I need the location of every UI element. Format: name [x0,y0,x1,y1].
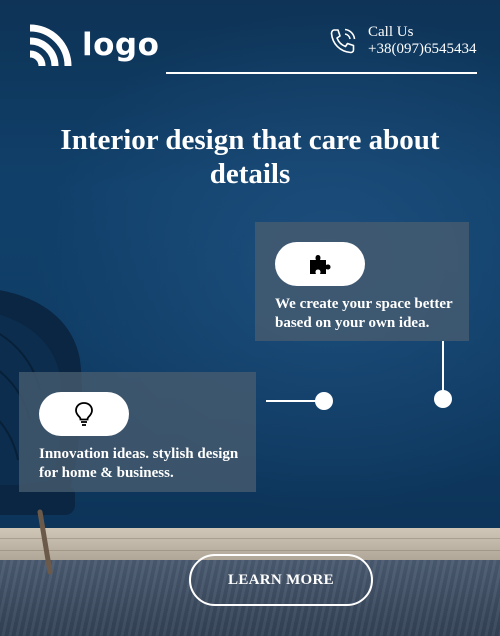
contact-block[interactable]: Call Us +38(097)6545434 [328,24,476,58]
connector-line-vertical [442,341,444,391]
logo-text: logo [82,26,160,63]
phone-ringing-icon [330,28,356,54]
contact-text: Call Us +38(097)6545434 [368,24,476,58]
connector-dot [434,390,452,408]
feature-text-1: We create your space better based on you… [275,296,453,331]
wifi-arcs-icon [29,24,72,66]
logo[interactable]: logo [28,24,159,66]
connector-line-horizontal [266,400,316,402]
feature-card-2: Innovation ideas. stylish design for hom… [19,372,256,492]
puzzle-piece-icon [310,255,331,274]
hero-title: Interior design that care about details [60,124,440,190]
learn-more-button[interactable]: LEARN MORE [189,554,373,606]
feature-text-2: Innovation ideas. stylish design for hom… [39,446,239,481]
header-divider [166,72,477,74]
lightbulb-icon [75,402,93,426]
phone-number[interactable]: +38(097)6545434 [368,41,476,58]
connector-dot [315,392,333,410]
feature-icon-pill [275,242,365,286]
feature-icon-pill [39,392,129,436]
feature-card-1: We create your space better based on you… [255,222,469,341]
contact-label: Call Us [368,24,414,40]
